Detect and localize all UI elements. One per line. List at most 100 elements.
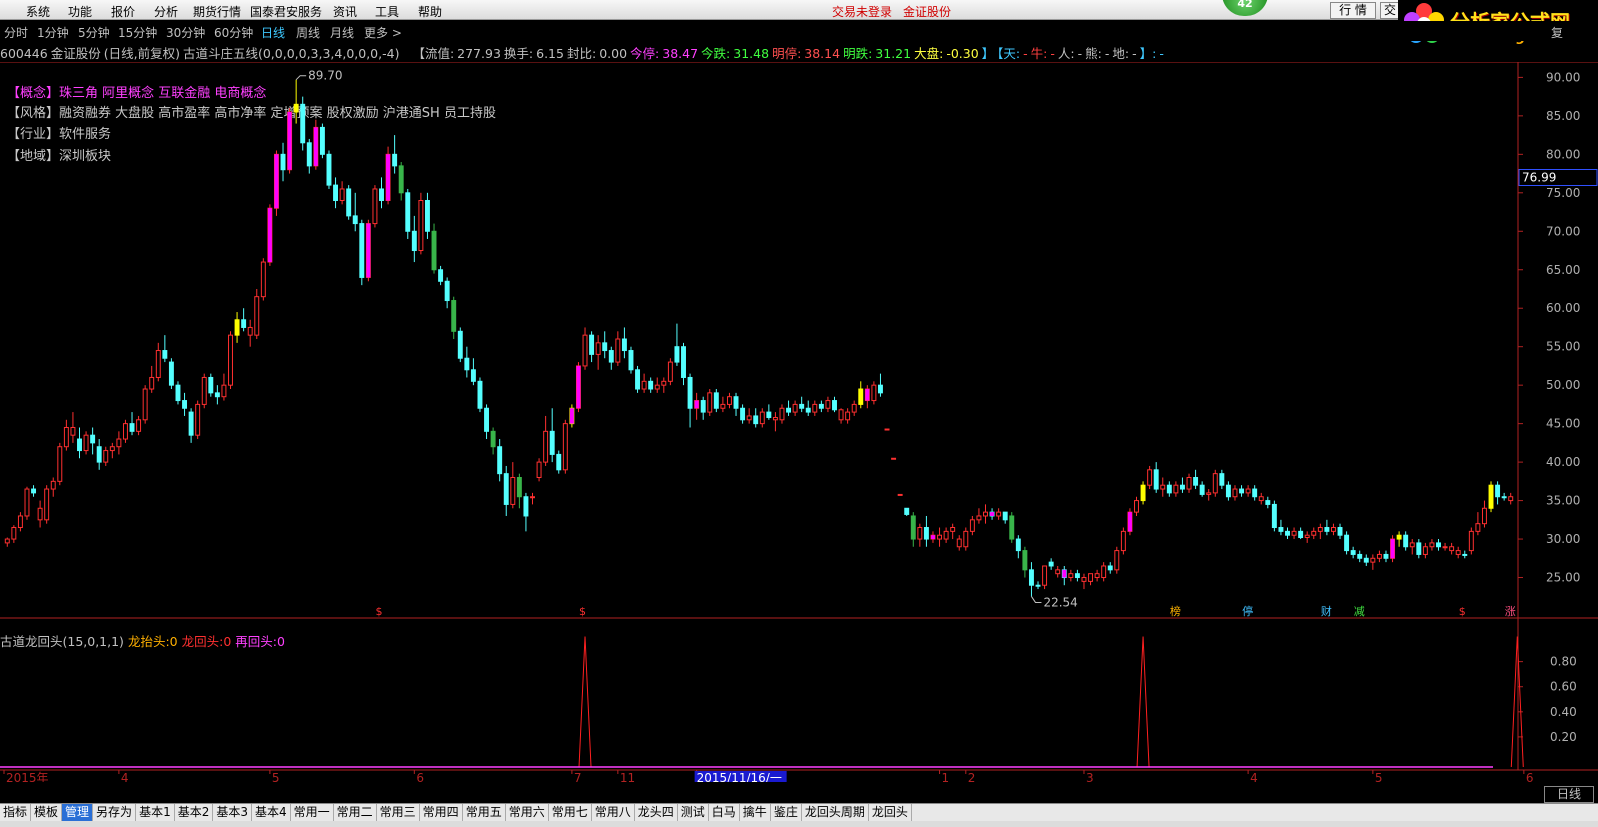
trade-button[interactable]: 交 <box>1380 2 1400 19</box>
period-15min[interactable]: 15分钟 <box>118 24 157 41</box>
period-1min[interactable]: 1分钟 <box>37 24 69 41</box>
candle-body <box>306 142 312 167</box>
bottom-tab[interactable]: 白马 <box>709 804 740 822</box>
candle-body <box>182 400 188 409</box>
menu-tools[interactable]: 工具 <box>375 3 399 20</box>
menu-news[interactable]: 资讯 <box>333 3 357 20</box>
formula-name[interactable]: 古道斗庄五线(0,0,0,0,3,3,4,0,0,0,-4) <box>183 46 399 61</box>
menu-quote[interactable]: 报价 <box>111 3 135 20</box>
fuquan-button[interactable]: 复 <box>1551 24 1563 41</box>
candle-body <box>122 423 128 440</box>
candle-body <box>24 488 30 517</box>
jindie-value: 31.48 <box>733 46 770 61</box>
bottom-tab[interactable]: 模板 <box>31 804 63 822</box>
high-price-label: 89.70 <box>308 69 342 83</box>
login-status[interactable]: 交易未登录 <box>832 3 892 20</box>
bottom-tab[interactable]: 常用六 <box>506 804 549 822</box>
candle <box>1383 550 1389 563</box>
bottom-tab[interactable]: 常用七 <box>549 804 592 822</box>
indicator-name[interactable]: 古道龙回头(15,0,1,1) <box>0 634 124 649</box>
bottom-tab[interactable]: 龙回头周期 <box>802 804 869 822</box>
candle <box>740 404 746 424</box>
period-60min[interactable]: 60分钟 <box>214 24 253 41</box>
menu-futures[interactable]: 期货行情 <box>193 3 241 20</box>
stock-code: 600446 <box>0 46 48 61</box>
period-tick[interactable]: 分时 <box>4 24 28 41</box>
candle <box>1179 477 1185 493</box>
candlestick-chart[interactable]: 90.00 85.00 80.00 75.00 70.00 65.00 60.00 55.00… <box>0 62 1598 782</box>
fengbi-value: 0.00 <box>599 46 628 61</box>
candle-body <box>1206 492 1212 495</box>
candle-body <box>996 511 1002 517</box>
menu-system[interactable]: 系统 <box>26 3 50 20</box>
candle-body <box>1081 577 1087 582</box>
bottom-tab[interactable]: 常用八 <box>592 804 635 822</box>
menu-function[interactable]: 功能 <box>68 3 92 20</box>
bottom-tab[interactable]: 基本1 <box>136 804 175 822</box>
bottom-tab[interactable]: 常用一 <box>291 804 334 822</box>
candle <box>615 331 621 366</box>
candle <box>713 389 719 413</box>
candle <box>431 223 437 274</box>
bottom-tab[interactable]: 常用三 <box>377 804 420 822</box>
candle <box>346 185 352 220</box>
period-daily[interactable]: 日线 <box>261 24 285 41</box>
candle-body <box>687 376 693 409</box>
date-label: 7 <box>574 771 582 782</box>
period-weekly[interactable]: 周线 <box>296 24 320 41</box>
candle-body <box>1199 484 1205 495</box>
bottom-tab[interactable]: 管理 <box>62 804 94 822</box>
candle-body <box>1304 534 1310 539</box>
candle <box>1022 546 1028 578</box>
candles-layer <box>4 79 1514 597</box>
menu-analysis[interactable]: 分析 <box>154 3 178 20</box>
menu-help[interactable]: 帮助 <box>418 3 442 20</box>
candle-body <box>83 434 89 452</box>
candle <box>326 150 332 189</box>
candle <box>1409 539 1415 555</box>
bottom-tab[interactable]: 龙头四 <box>635 804 678 822</box>
candle <box>772 412 778 432</box>
right-period-button[interactable]: 日线 <box>1544 786 1594 803</box>
candle <box>129 412 135 436</box>
price-tick-label: 25.00 <box>1546 571 1580 585</box>
period-5min[interactable]: 5分钟 <box>78 24 110 41</box>
candle-body <box>1396 534 1402 540</box>
bottom-tab[interactable]: 擒牛 <box>740 804 771 822</box>
bottom-tab[interactable]: 基本2 <box>175 804 214 822</box>
candle <box>726 392 732 409</box>
event-marker: 财 <box>1321 604 1332 618</box>
bottom-tab[interactable]: 鉴庄 <box>771 804 802 822</box>
date-label: 2 <box>968 771 976 782</box>
period-more[interactable]: 更多 > <box>364 24 402 41</box>
strong-up-candle <box>694 400 699 409</box>
notification-badge[interactable]: 42 <box>1222 0 1268 16</box>
period-30min[interactable]: 30分钟 <box>166 24 205 41</box>
bottom-tab[interactable]: 常用五 <box>463 804 506 822</box>
bottom-tab[interactable]: 常用四 <box>420 804 463 822</box>
fengbi-label: 封比: <box>566 46 597 61</box>
period-monthly[interactable]: 月线 <box>330 24 354 41</box>
bottom-tab[interactable]: 常用二 <box>334 804 377 822</box>
candle <box>825 396 831 413</box>
bottom-tab[interactable]: 测试 <box>678 804 709 822</box>
candle <box>438 265 444 286</box>
candle-body <box>1416 542 1422 555</box>
bottom-tab[interactable]: 基本3 <box>213 804 252 822</box>
quote-button[interactable]: 行 情 <box>1330 2 1376 19</box>
candle <box>1271 500 1277 532</box>
candle-body <box>582 334 588 367</box>
candle-body <box>562 423 568 471</box>
bottom-tab[interactable]: 指标 <box>0 804 32 822</box>
candle <box>503 465 509 516</box>
event-marker: 榜 <box>1170 604 1181 618</box>
candle-body <box>418 200 424 252</box>
candle <box>484 404 490 440</box>
bottom-tab[interactable]: 另存为 <box>93 804 137 822</box>
bottom-tab[interactable]: 龙回头 <box>869 804 912 822</box>
menu-gtja-service[interactable]: 国泰君安服务 <box>250 3 322 20</box>
bottom-tab[interactable]: 基本4 <box>252 804 291 822</box>
candle <box>168 358 174 390</box>
price-tick-label: 35.00 <box>1546 494 1580 508</box>
date-label: 6 <box>416 771 424 782</box>
